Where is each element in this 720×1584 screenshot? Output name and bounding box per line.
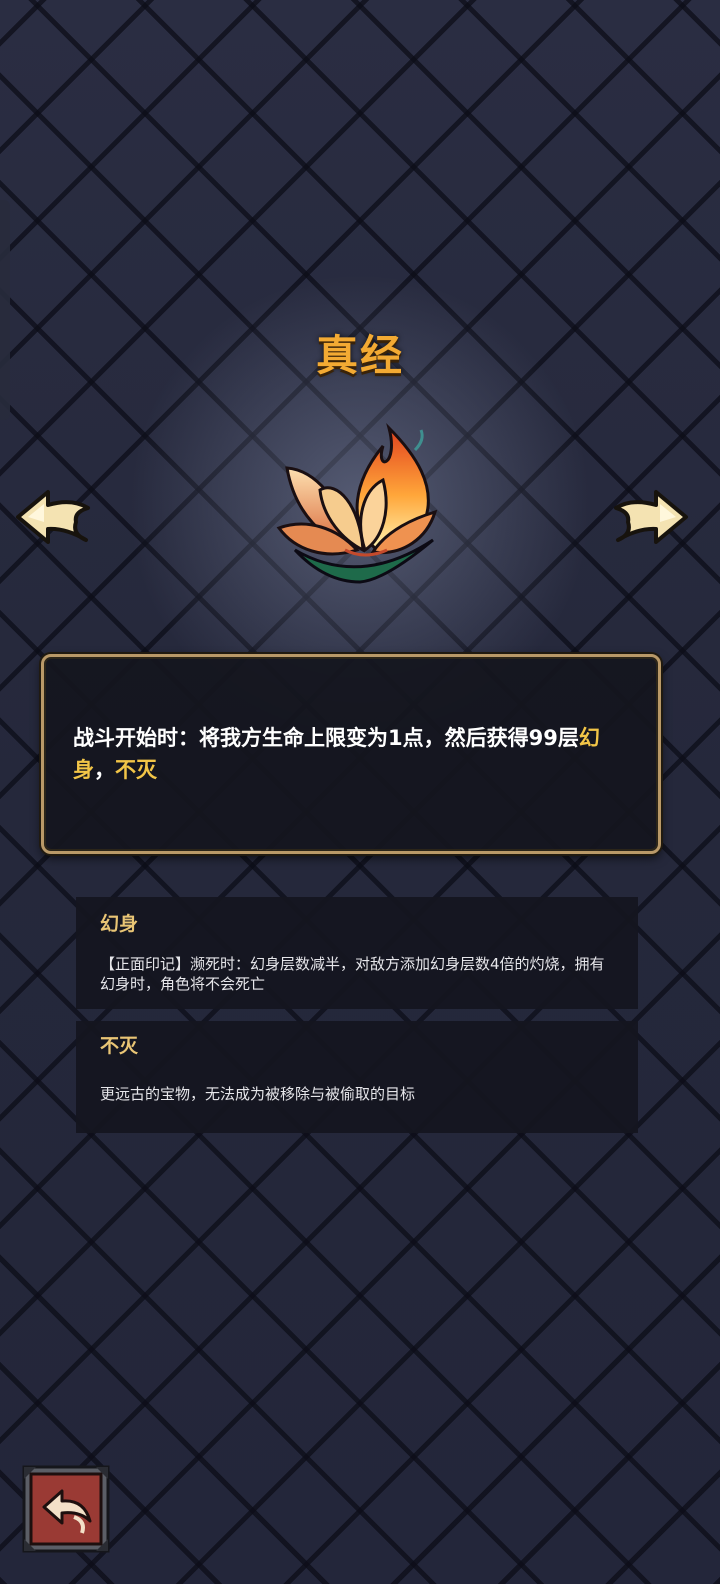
relic-description-panel: 战斗开始时：将我方生命上限变为1点，然后获得99层幻身，不灭 [41,654,661,854]
next-arrow-button[interactable] [612,488,690,546]
relic-title: 真经 [315,331,404,380]
keyword-title: 不灭 [100,1035,139,1057]
side-edge-tab [0,200,10,420]
description-prefix: 战斗开始时：将我方生命上限变为1点，然后获得99层 [73,726,579,750]
keyword-card-illusion: 幻身 【正面印记】濒死时：幻身层数减半，对敌方添加幻身层数4倍的灼烧，拥有幻身时… [76,897,638,1009]
previous-arrow-button[interactable] [14,488,92,546]
keyword-link-immortal[interactable]: 不灭 [115,758,157,782]
relic-description-text: 战斗开始时：将我方生命上限变为1点，然后获得99层幻身，不灭 [73,722,629,786]
back-button[interactable] [22,1465,110,1553]
keyword-card-immortal: 不灭 更远古的宝物，无法成为被移除与被偷取的目标 [76,1021,638,1133]
keyword-description: 更远古的宝物，无法成为被移除与被偷取的目标 [100,1085,416,1103]
flaming-lotus-icon [276,423,438,584]
description-separator: ， [94,758,115,782]
keyword-title: 幻身 [100,913,139,935]
keyword-description: 【正面印记】濒死时：幻身层数减半，对敌方添加幻身层数4倍的灼烧，拥有幻身时，角色… [100,955,605,993]
